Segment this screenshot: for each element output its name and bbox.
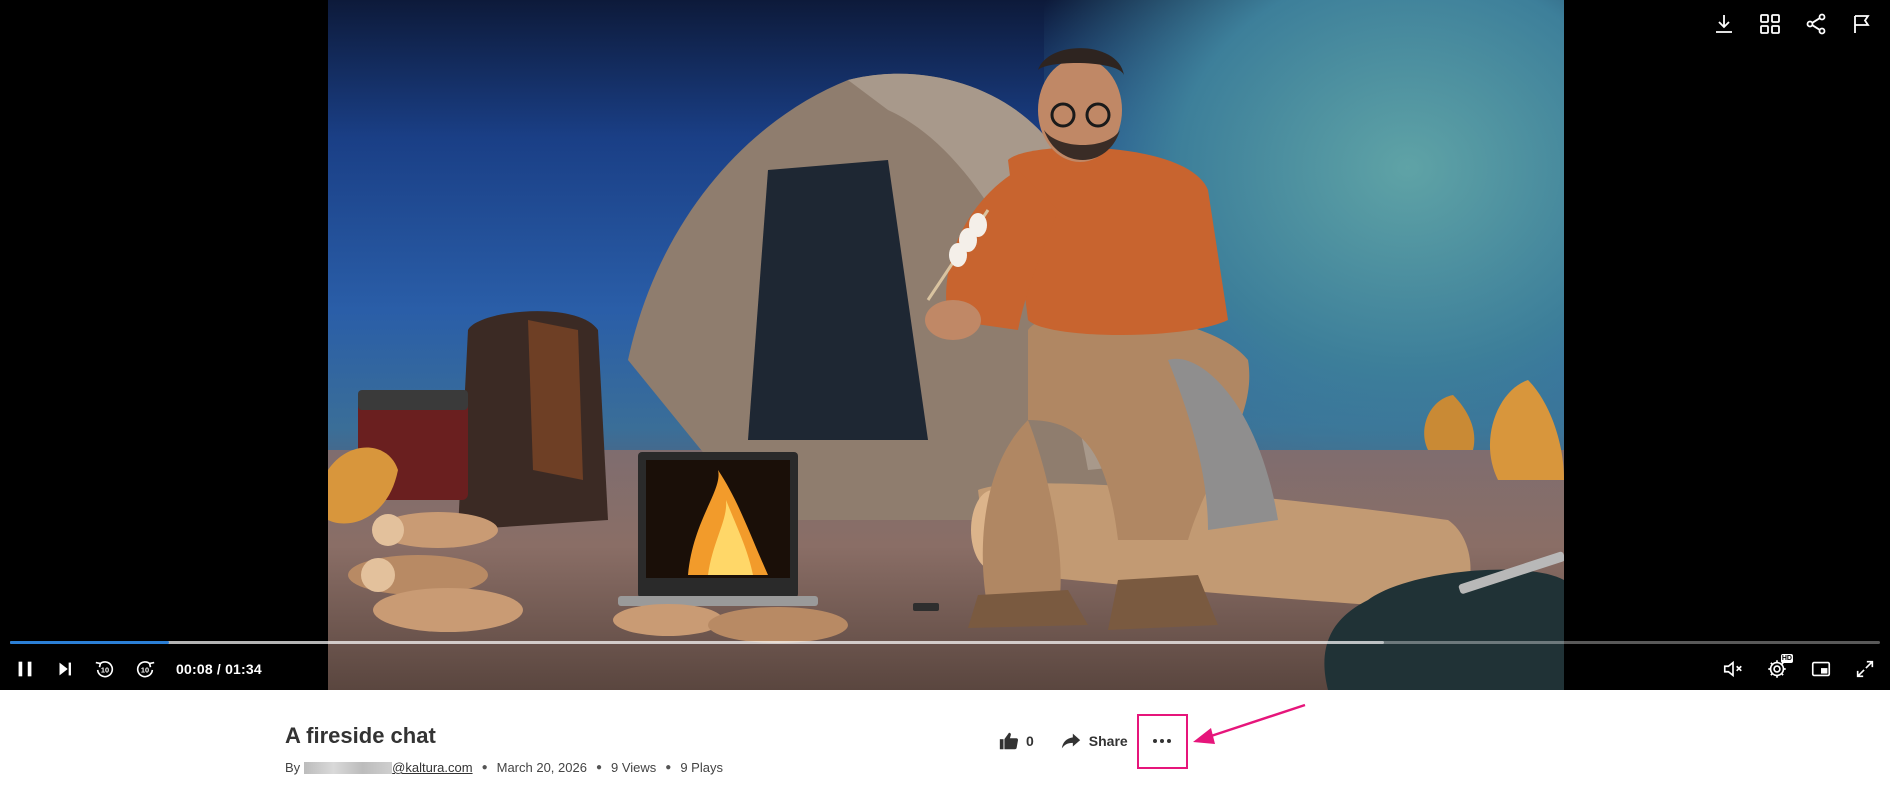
hd-badge: HD <box>1780 654 1793 663</box>
by-label: By <box>285 760 301 775</box>
settings-icon[interactable]: HD <box>1764 654 1793 682</box>
mute-icon[interactable] <box>1720 656 1746 682</box>
bottom-controls: 10 10 00:08 / 01:34 HD <box>12 654 1878 682</box>
separator-dot: ● <box>595 762 602 773</box>
plays-count: 9 Plays <box>680 760 723 775</box>
share-icon[interactable] <box>1802 10 1830 38</box>
separator-dot: ● <box>665 762 672 773</box>
flag-icon[interactable] <box>1848 10 1876 38</box>
media-date: March 20, 2026 <box>496 760 587 775</box>
media-title: A fireside chat <box>285 723 436 748</box>
thumbs-up-icon <box>999 732 1019 750</box>
like-button[interactable]: 0 <box>998 730 1034 752</box>
annotation-arrow-icon <box>1193 703 1306 744</box>
seek-bar-buffered <box>10 641 1385 644</box>
share-arrow-icon <box>1061 733 1080 749</box>
time-display: 00:08 / 01:34 <box>176 661 262 677</box>
like-count: 0 <box>1026 733 1034 749</box>
views-count: 9 Views <box>611 760 657 775</box>
video-scene-illustration <box>328 48 1564 690</box>
grid-icon[interactable] <box>1756 10 1784 38</box>
next-icon[interactable] <box>52 656 78 682</box>
media-meta: By @kaltura.com ● March 20, 2026 ● 9 Vie… <box>285 760 723 775</box>
download-icon[interactable] <box>1710 10 1738 38</box>
rewind-10-icon[interactable]: 10 <box>92 656 118 682</box>
more-options-button[interactable] <box>1136 713 1188 769</box>
top-controls <box>1710 10 1876 38</box>
share-label: Share <box>1088 733 1128 749</box>
video-player[interactable]: 10 10 00:08 / 01:34 HD <box>0 0 1890 690</box>
pause-icon[interactable] <box>12 656 38 682</box>
fullscreen-icon[interactable] <box>1852 656 1878 682</box>
author-email-link[interactable]: @kaltura.com <box>392 760 472 775</box>
forward-10-icon[interactable]: 10 <box>132 656 158 682</box>
seek-bar-played <box>10 641 169 644</box>
picture-in-picture-icon[interactable] <box>1808 656 1834 682</box>
svg-text:10: 10 <box>101 666 109 675</box>
share-button[interactable]: Share <box>1060 730 1128 752</box>
video-frame[interactable] <box>328 0 1564 690</box>
separator-dot: ● <box>481 762 488 773</box>
svg-text:10: 10 <box>141 666 149 675</box>
ellipsis-icon <box>1153 739 1172 743</box>
redacted-author-name <box>304 761 393 774</box>
media-details: A fireside chat By @kaltura.com ● March … <box>0 690 1890 807</box>
media-actions: 0 Share <box>998 712 1188 770</box>
seek-bar[interactable] <box>10 641 1880 644</box>
